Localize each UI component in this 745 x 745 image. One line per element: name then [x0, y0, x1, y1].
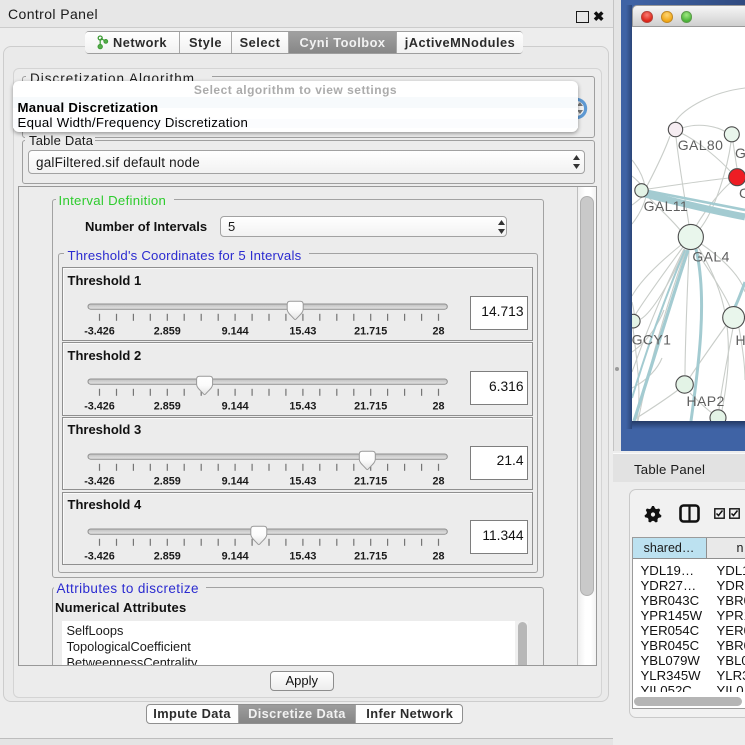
svg-text:C: C: [739, 185, 745, 201]
svg-text:15.43: 15.43: [289, 326, 316, 338]
svg-text:28: 28: [432, 326, 444, 338]
svg-text:21.715: 21.715: [354, 401, 387, 413]
svg-text:G: G: [735, 145, 745, 161]
svg-text:9.144: 9.144: [222, 401, 249, 413]
svg-text:GAL11: GAL11: [644, 198, 689, 214]
svg-text:9.144: 9.144: [222, 550, 249, 562]
svg-text:-3.426: -3.426: [84, 326, 115, 338]
svg-text:2.859: 2.859: [154, 550, 181, 562]
svg-text:9.144: 9.144: [222, 326, 249, 338]
svg-text:2.859: 2.859: [154, 326, 181, 338]
svg-text:15.43: 15.43: [289, 401, 316, 413]
svg-text:-3.426: -3.426: [84, 475, 115, 487]
svg-text:H: H: [736, 332, 745, 348]
svg-text:28: 28: [432, 401, 444, 413]
svg-text:-3.426: -3.426: [84, 550, 115, 562]
svg-text:28: 28: [432, 550, 444, 562]
svg-text:9.144: 9.144: [222, 475, 249, 487]
svg-text:HAP2: HAP2: [687, 393, 725, 409]
svg-text:GAL80: GAL80: [678, 137, 724, 153]
svg-text:21.715: 21.715: [354, 550, 387, 562]
svg-text:15.43: 15.43: [289, 475, 316, 487]
svg-text:-3.426: -3.426: [84, 401, 115, 413]
svg-text:GCY1: GCY1: [632, 332, 671, 348]
svg-text:15.43: 15.43: [289, 550, 316, 562]
svg-text:GAL4: GAL4: [692, 249, 729, 265]
svg-text:21.715: 21.715: [354, 475, 387, 487]
svg-text:2.859: 2.859: [154, 475, 181, 487]
svg-text:21.715: 21.715: [354, 326, 387, 338]
svg-text:2.859: 2.859: [154, 401, 181, 413]
svg-text:28: 28: [432, 475, 444, 487]
